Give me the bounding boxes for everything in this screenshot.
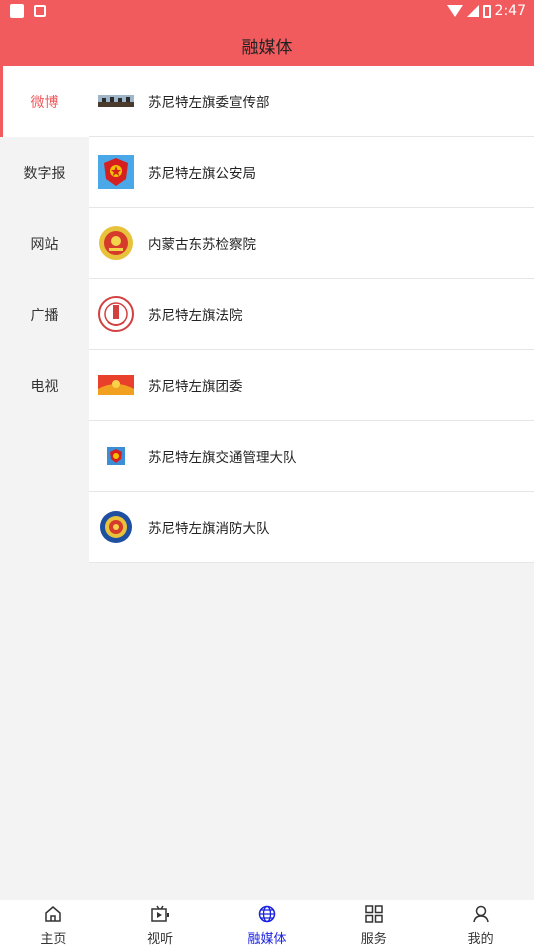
list-item[interactable]: 苏尼特左旗法院 bbox=[89, 279, 534, 350]
category-sidebar: 微博 数字报 网站 广播 电视 bbox=[0, 66, 89, 900]
list-item[interactable]: 苏尼特左旗团委 bbox=[89, 350, 534, 421]
status-bar: 2:47 bbox=[0, 0, 534, 24]
tab-label: 融媒体 bbox=[247, 931, 287, 947]
tab-media[interactable]: 融媒体 bbox=[227, 900, 307, 950]
globe-icon bbox=[258, 905, 276, 922]
sidebar-item-label: 广播 bbox=[30, 307, 59, 324]
traffic-police-badge-icon bbox=[98, 438, 134, 474]
bottom-tab-bar: 主页 视听 融媒体 服务 我的 bbox=[0, 900, 534, 950]
tab-profile[interactable]: 我的 bbox=[441, 900, 521, 950]
status-indicators: 2:47 bbox=[446, 3, 526, 19]
list-item-label: 苏尼特左旗团委 bbox=[148, 379, 243, 395]
sidebar-item-label: 数字报 bbox=[23, 165, 66, 182]
list-item[interactable]: 内蒙古东苏检察院 bbox=[89, 208, 534, 279]
wifi-icon bbox=[446, 5, 463, 17]
sidebar-item-radio[interactable]: 广播 bbox=[0, 279, 89, 350]
list-item-label: 苏尼特左旗公安局 bbox=[148, 166, 256, 182]
sidebar-item-digital-paper[interactable]: 数字报 bbox=[0, 137, 89, 208]
status-time: 2:47 bbox=[494, 3, 526, 19]
sidebar-item-label: 电视 bbox=[30, 378, 59, 395]
propaganda-logo-icon bbox=[98, 83, 134, 119]
grid-icon bbox=[365, 904, 383, 923]
page-title-bar: 融媒体 bbox=[0, 24, 534, 66]
sidebar-item-label: 网站 bbox=[30, 236, 59, 253]
police-badge-icon bbox=[98, 154, 134, 190]
notification-icon bbox=[34, 5, 46, 17]
tab-audiovisual[interactable]: 视听 bbox=[120, 900, 200, 950]
list-item-label: 苏尼特左旗委宣传部 bbox=[148, 95, 270, 111]
sidebar-item-tv[interactable]: 电视 bbox=[0, 350, 89, 421]
sidebar-item-weibo[interactable]: 微博 bbox=[0, 66, 89, 137]
battery-icon bbox=[482, 4, 491, 18]
account-list: 苏尼特左旗委宣传部 苏尼特左旗公安局 内蒙古东苏检察院 苏尼特左旗法院 苏尼特左… bbox=[89, 66, 534, 563]
list-item[interactable]: 苏尼特左旗公安局 bbox=[89, 137, 534, 208]
tab-home[interactable]: 主页 bbox=[13, 900, 93, 950]
court-emblem-icon bbox=[98, 296, 134, 332]
status-notifications bbox=[10, 4, 46, 18]
notification-icon bbox=[10, 4, 24, 18]
tab-label: 视听 bbox=[147, 931, 174, 947]
list-item-label: 苏尼特左旗交通管理大队 bbox=[148, 450, 297, 466]
fire-rescue-emblem-icon bbox=[98, 509, 134, 545]
list-item-label: 内蒙古东苏检察院 bbox=[148, 237, 256, 253]
youth-league-logo-icon bbox=[98, 367, 134, 403]
home-icon bbox=[45, 905, 62, 922]
sidebar-item-label: 微博 bbox=[30, 94, 59, 111]
tv-icon bbox=[151, 905, 170, 922]
sidebar-item-website[interactable]: 网站 bbox=[0, 208, 89, 279]
list-item[interactable]: 苏尼特左旗交通管理大队 bbox=[89, 421, 534, 492]
page-title: 融媒体 bbox=[241, 37, 293, 58]
list-item[interactable]: 苏尼特左旗委宣传部 bbox=[89, 66, 534, 137]
tab-label: 主页 bbox=[40, 931, 67, 947]
tab-label: 我的 bbox=[467, 931, 494, 947]
signal-icon bbox=[466, 5, 479, 17]
person-icon bbox=[472, 905, 489, 922]
tab-label: 服务 bbox=[360, 931, 387, 947]
list-item-label: 苏尼特左旗法院 bbox=[148, 308, 243, 324]
tab-services[interactable]: 服务 bbox=[334, 900, 414, 950]
procuratorate-emblem-icon bbox=[98, 225, 134, 261]
list-item-label: 苏尼特左旗消防大队 bbox=[148, 521, 270, 537]
list-item[interactable]: 苏尼特左旗消防大队 bbox=[89, 492, 534, 563]
